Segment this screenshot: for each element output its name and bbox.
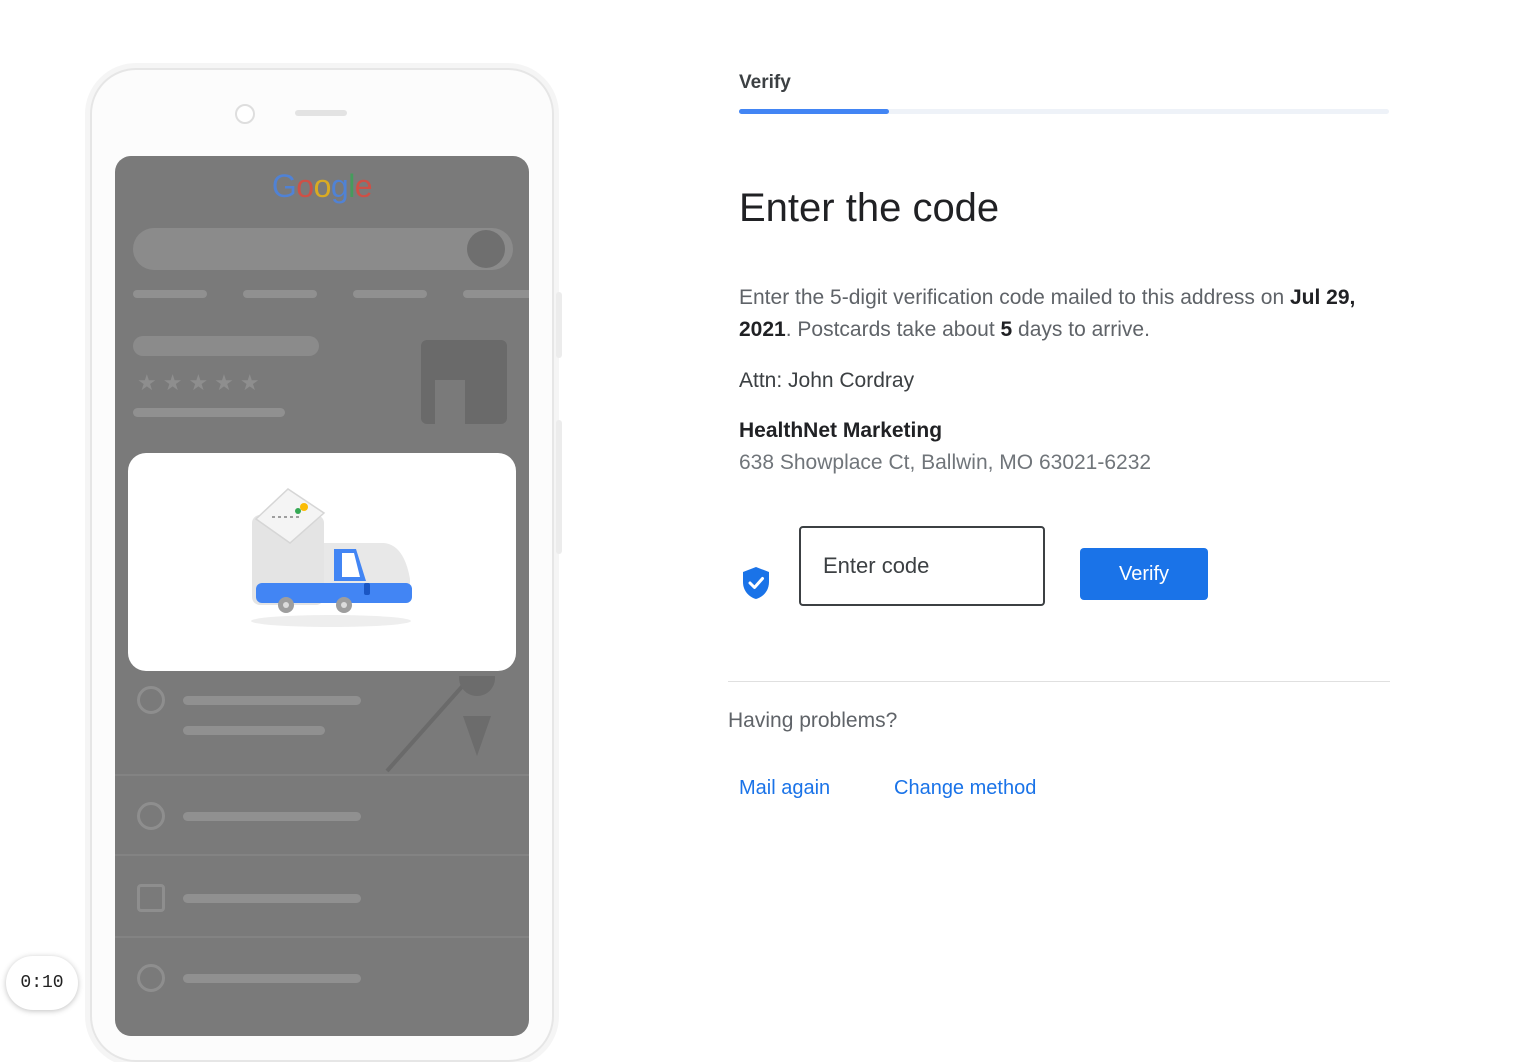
mail-again-link[interactable]: Mail again [739, 777, 830, 800]
hours-placeholder [183, 812, 361, 821]
phone-number-placeholder [183, 894, 361, 903]
phone-speaker [295, 110, 347, 116]
address-placeholder [183, 696, 361, 705]
google-logo: Google [115, 168, 529, 205]
phone-icon [137, 884, 165, 912]
divider [115, 936, 529, 938]
code-input[interactable] [799, 526, 1045, 606]
video-timer-badge: 0:10 [6, 956, 78, 1010]
divider [115, 774, 529, 776]
tab-placeholder [353, 290, 427, 298]
business-name: HealthNet Marketing [739, 419, 943, 442]
address-placeholder [183, 726, 325, 735]
google-logo-letter: l [348, 168, 355, 204]
clock-icon [137, 802, 165, 830]
listing-subtitle-placeholder [133, 408, 285, 417]
rating-stars-icon: ★★★★★ [137, 370, 266, 395]
map-thumbnail [385, 676, 496, 773]
google-logo-letter: o [296, 168, 314, 204]
google-logo-letter: e [354, 168, 373, 204]
verified-shield-icon [743, 567, 769, 599]
tab-placeholder [243, 290, 317, 298]
change-method-link[interactable]: Change method [894, 777, 1036, 800]
listing-title-placeholder [133, 336, 319, 356]
phone-illustration: Google ★★★★★ [90, 68, 562, 1062]
phone-screen: Google ★★★★★ [115, 156, 529, 1036]
location-pin-icon [137, 686, 165, 714]
google-logo-letter: g [330, 168, 349, 204]
search-bar-placeholder [133, 228, 513, 270]
delivery-days: 5 [1000, 318, 1013, 341]
business-address: 638 Showplace Ct, Ballwin, MO 63021-6232 [739, 451, 1152, 474]
mail-truck-icon [251, 488, 412, 627]
storefront-icon [421, 340, 507, 424]
page-title: Enter the code [739, 186, 1000, 230]
globe-icon [137, 964, 165, 992]
verify-button[interactable]: Verify [1080, 548, 1208, 600]
step-label: Verify [739, 72, 791, 93]
phone-side-button [556, 292, 562, 358]
phone-side-button [556, 420, 562, 554]
section-divider [728, 681, 1390, 682]
search-avatar-placeholder [467, 230, 505, 268]
having-problems-label: Having problems? [728, 709, 898, 732]
progress-bar-fill [739, 109, 889, 114]
google-logo-letter: G [271, 168, 297, 204]
website-placeholder [183, 974, 361, 983]
google-logo-letter: o [313, 168, 332, 204]
progress-bar [739, 109, 1389, 114]
tab-placeholder [133, 290, 207, 298]
divider [115, 854, 529, 856]
tab-placeholder [463, 290, 529, 298]
phone-camera [235, 104, 255, 124]
mail-dialog-card [128, 453, 516, 671]
attention-line: Attn: John Cordray [739, 369, 915, 392]
verification-description: Enter the 5-digit verification code mail… [739, 286, 1356, 341]
